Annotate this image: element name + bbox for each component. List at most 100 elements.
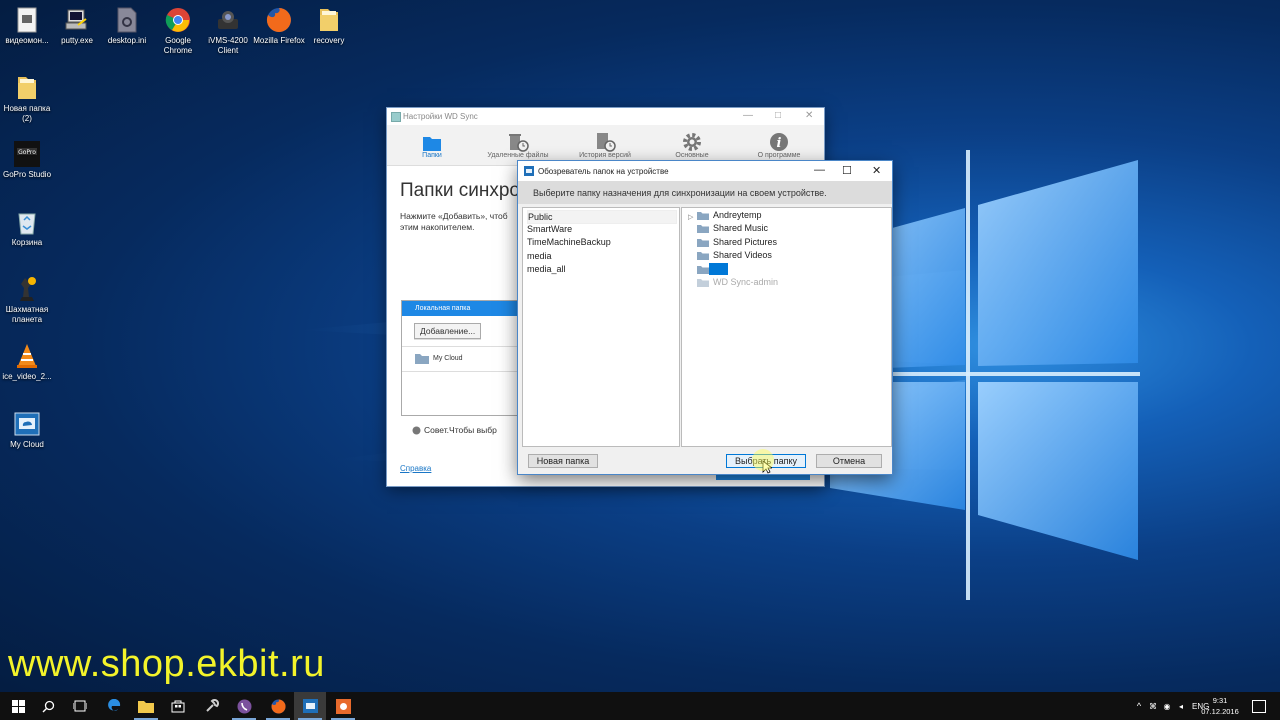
dialog-minimize-button[interactable]: — [814,164,825,176]
desktop-icon-label: GoPro Studio [2,170,52,179]
tree-item-label: Shared Music [713,223,769,233]
volume-icon[interactable]: ◂ [1174,702,1188,711]
clock[interactable]: 9:31 07.12.2016 [1194,695,1246,717]
desktop-icon-label: desktop.ini [107,36,147,45]
close-button[interactable]: ✕ [805,110,813,121]
taskbar-app[interactable] [196,692,228,720]
watermark-text: www.shop.ekbit.ru [8,643,325,685]
tree-item[interactable]: Shared Music [697,222,768,234]
help-link[interactable]: Справка [400,464,431,473]
tab-version-history[interactable]: История версий [560,128,650,159]
tree-item[interactable]: Andreytemp [697,209,762,221]
expand-arrow-icon[interactable]: ▷ [688,213,693,221]
search-icon [42,700,54,712]
desktop-icon-recycle-bin[interactable]: Корзина [0,208,54,248]
sync-tray-icon[interactable]: ◉ [1160,702,1174,711]
minimize-button[interactable]: — [743,110,753,121]
taskbar-explorer[interactable] [130,692,162,720]
tab-about[interactable]: i О программе [734,128,824,159]
desktop-icon-putty[interactable]: putty.exe [50,6,104,46]
dialog-close-button[interactable]: ✕ [872,164,881,177]
add-folder-button[interactable]: Добавление... [414,323,482,339]
tab-folders[interactable]: Папки [387,128,477,159]
putty-icon [63,6,91,34]
tool-icon [206,699,219,712]
folder-icon [13,74,41,102]
desktop-icon-desktop-ini[interactable]: desktop.ini [100,6,154,46]
desktop-icon-ice-video[interactable]: ice_video_2... [0,342,54,382]
desktop-icon-label: My Cloud [10,440,44,449]
folder-icon [415,354,429,364]
taskbar-edge[interactable] [98,692,130,720]
info-bubble-icon [412,426,421,435]
local-folder-header: Локальная папка [402,301,520,316]
tab-general[interactable]: Основные [647,128,737,159]
desktop-icon-chrome[interactable]: Google Chrome [151,6,205,56]
camera-icon [214,6,242,34]
list-item[interactable]: Public [527,210,677,224]
folder-icon [697,224,709,233]
maximize-button[interactable]: □ [775,110,781,121]
desktop-icon-label: видеомон... [5,36,49,45]
list-item[interactable]: media [527,250,552,262]
folder-row[interactable]: My Cloud [402,346,520,372]
desktop-icon-gopro[interactable]: GoPro GoPro Studio [0,140,54,180]
taskbar-firefox[interactable] [262,692,294,720]
list-item[interactable]: SmartWare [527,223,572,235]
start-button[interactable] [2,692,34,720]
taskbar-wd-sync[interactable] [294,692,326,720]
folder-icon [697,238,709,247]
tab-deleted-files[interactable]: Удаленные файлы [473,128,563,159]
chess-icon [13,275,41,303]
folders-description: Нажмите «Добавить», чтоб этим накопителе… [400,211,508,232]
settings-titlebar[interactable]: Настройки WD Sync — □ ✕ [387,108,824,125]
desktop-icon-ivms[interactable]: iVMS-4200 Client [201,6,255,56]
desktop-icon-label: Новая папка (2) [3,104,51,123]
folder-icon [697,251,709,260]
tree-item-label: Andreytemp [713,210,762,220]
search-button[interactable] [32,692,64,720]
settings-primary-button[interactable] [716,474,810,480]
notification-button[interactable] [1252,700,1266,713]
tree-item-label: Shared Videos [713,250,772,260]
desktop-icon-firefox[interactable]: Mozilla Firefox [252,6,306,46]
dialog-titlebar[interactable]: Обозреватель папок на устройстве — ☐ ✕ [518,161,892,181]
taskbar-store[interactable] [162,692,194,720]
tree-item[interactable]: WD Sync-admin [697,276,778,288]
list-item[interactable]: media_all [527,263,566,275]
taskbar-viber[interactable] [228,692,260,720]
tray-overflow-icon[interactable]: ^ [1132,701,1146,711]
new-folder-button[interactable]: Новая папка [528,454,598,468]
task-view-button[interactable] [64,692,96,720]
desktop-icon-my-cloud[interactable]: My Cloud [0,410,54,450]
dialog-maximize-button[interactable]: ☐ [842,164,852,177]
vlc-icon [13,342,41,370]
tree-item-selected[interactable]: test [697,263,728,275]
folder-tree[interactable]: ▷ Andreytemp Shared Music Shared Picture… [681,207,892,447]
tree-item[interactable]: Shared Pictures [697,236,777,248]
gear-file-icon [113,6,141,34]
desktop-icon-new-folder[interactable]: Новая папка (2) [0,74,54,124]
task-view-icon [73,700,87,712]
gear-icon [683,133,701,151]
desktop-icon-label: Google Chrome [163,36,193,55]
list-item[interactable]: TimeMachineBackup [527,236,611,248]
windows-logo-icon [11,699,25,713]
dialog-title: Обозреватель папок на устройстве [538,166,669,176]
desktop-icon-label: Mozilla Firefox [253,36,305,45]
desktop-icon-recovery[interactable]: recovery [302,6,356,46]
cancel-button[interactable]: Отмена [816,454,882,468]
desktop-icon-videomon[interactable]: видеомон... [0,6,54,46]
tree-item-label: test [709,263,728,275]
my-cloud-icon [13,410,41,438]
folder-icon [697,211,709,220]
desktop-icon-label: iVMS-4200 Client [208,36,248,55]
desktop-icon-chess[interactable]: Шахматная планета [0,275,54,325]
folder-row-label: My Cloud [433,355,463,362]
taskbar-recorder[interactable] [327,692,359,720]
firefox-icon [265,6,293,34]
share-list[interactable]: Public SmartWare TimeMachineBackup media… [522,207,680,447]
file-history-icon [597,133,616,152]
network-tray-icon[interactable]: ⌘ [1146,702,1160,711]
tree-item[interactable]: Shared Videos [697,249,772,261]
